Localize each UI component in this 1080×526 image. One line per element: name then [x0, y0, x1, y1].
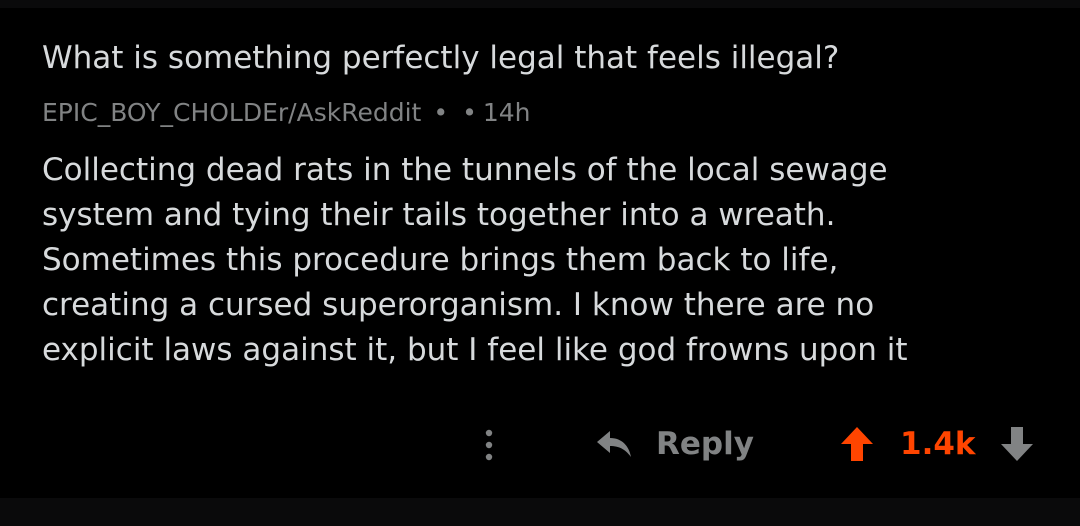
more-options-button[interactable]: [472, 420, 506, 470]
comment-line: system and tying their tails together in…: [42, 197, 836, 233]
more-vertical-icon: [485, 429, 493, 461]
comment-line: Sometimes this procedure brings them bac…: [42, 242, 839, 278]
upvote-arrow-icon: [841, 427, 873, 461]
post-title[interactable]: What is something perfectly legal that f…: [42, 36, 1042, 80]
reply-arrow-icon: [597, 431, 631, 457]
timestamp: 14h: [482, 97, 531, 127]
meta-separator: •: [462, 97, 477, 127]
comment-card: What is something perfectly legal that f…: [0, 8, 1080, 498]
comment-actions: Reply 1.4k: [0, 414, 1080, 474]
comment-body: Collecting dead rats in the tunnels of t…: [42, 148, 1052, 373]
comment-line: creating a cursed superorganism. I know …: [42, 287, 875, 323]
downvote-button[interactable]: [996, 422, 1038, 466]
upvote-button[interactable]: [836, 422, 878, 466]
comment-line: explicit laws against it, but I feel lik…: [42, 332, 908, 368]
reply-button[interactable]: Reply: [594, 418, 754, 470]
downvote-arrow-icon: [1001, 427, 1033, 461]
post-meta: EPIC_BOY_CHOLDEr/AskReddit • • 14h: [42, 92, 530, 132]
author-subreddit-link[interactable]: EPIC_BOY_CHOLDEr/AskReddit: [42, 98, 421, 127]
vote-score: 1.4k: [900, 426, 976, 462]
comment-line: Collecting dead rats in the tunnels of t…: [42, 152, 888, 188]
meta-separator: •: [433, 97, 449, 127]
reply-label: Reply: [656, 426, 754, 462]
